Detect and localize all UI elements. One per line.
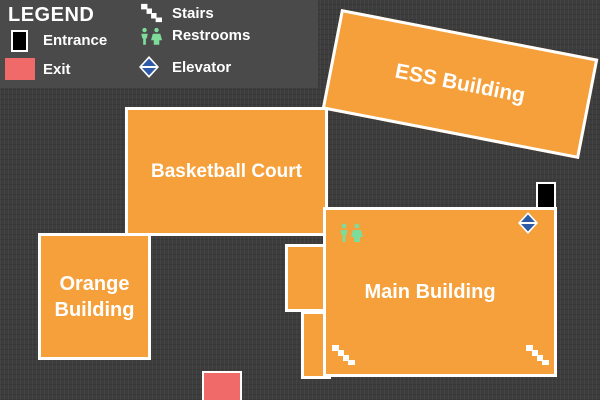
exit-swatch (5, 58, 35, 80)
exit-marker[interactable] (202, 371, 242, 400)
basketball-court[interactable]: Basketball Court (125, 107, 328, 236)
elevator-icon (139, 56, 159, 78)
legend-stairs-label: Stairs (172, 5, 214, 22)
legend-title: LEGEND (8, 4, 95, 26)
stairs-icon[interactable] (331, 344, 357, 366)
legend-entrance-label: Entrance (43, 32, 108, 49)
ess-building[interactable]: ESS Building (321, 8, 599, 160)
legend-exit-label: Exit (43, 61, 71, 78)
legend-elevator-label: Elevator (172, 59, 232, 76)
stairs-icon[interactable] (525, 344, 551, 366)
entrance-swatch (11, 30, 28, 52)
orange-building[interactable]: Orange Building (38, 233, 151, 360)
main-building-label: Main Building (364, 280, 496, 303)
legend-panel: LEGEND Entrance Exit Stairs Restrooms El… (0, 0, 318, 88)
entrance-marker[interactable] (536, 182, 556, 209)
stairs-icon (141, 3, 162, 23)
restroom-icon (141, 27, 163, 45)
basketball-court-label: Basketball Court (151, 160, 302, 182)
elevator-icon[interactable] (517, 211, 539, 235)
ess-building-label: ESS Building (393, 59, 528, 108)
orange-building-label: Orange Building (54, 272, 135, 321)
campus-map: ESS Building Basketball Court Orange Bui… (0, 0, 600, 400)
legend-restrooms-label: Restrooms (172, 27, 251, 44)
side-annex-upper[interactable] (285, 244, 327, 312)
restroom-icon[interactable] (338, 223, 364, 243)
